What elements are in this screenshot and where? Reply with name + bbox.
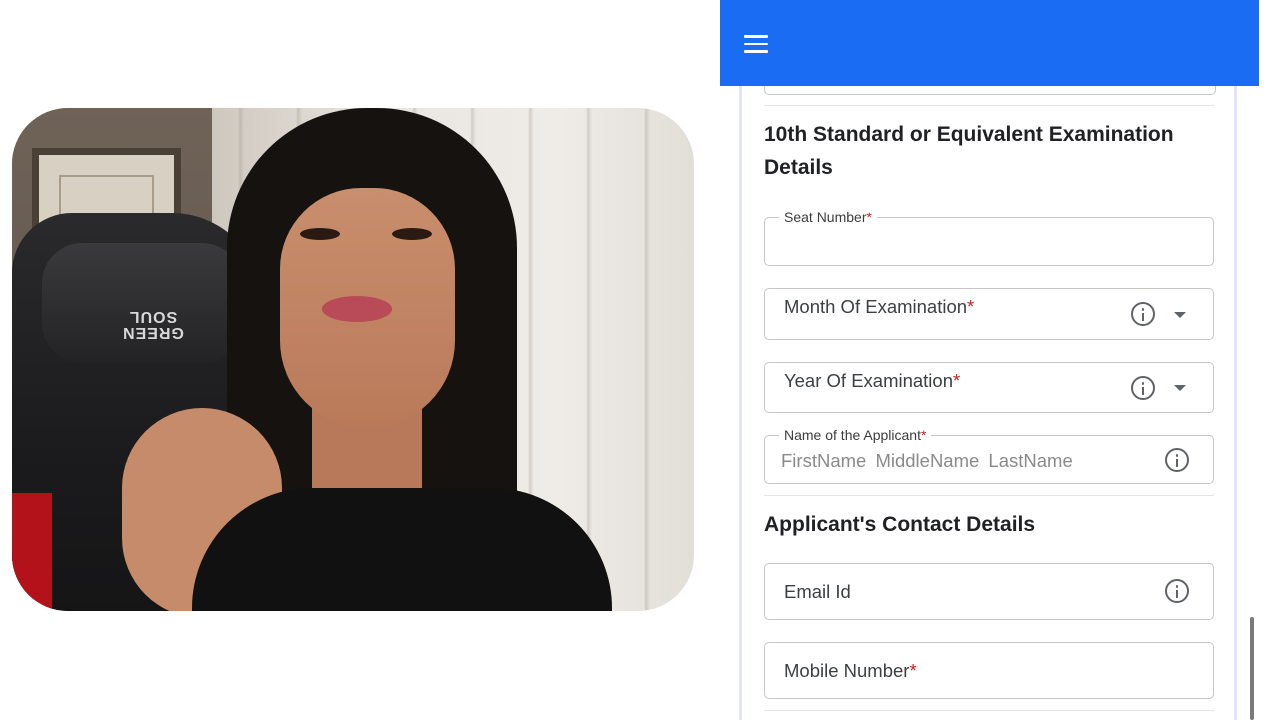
chevron-down-icon[interactable]: [1174, 312, 1186, 318]
info-icon[interactable]: [1131, 376, 1155, 400]
app-bar: [720, 0, 1259, 86]
month-of-examination-label: Month Of Examination*: [784, 296, 975, 317]
section-title-contact-details: Applicant's Contact Details: [764, 513, 1036, 536]
year-of-examination-label: Year Of Examination*: [784, 370, 961, 391]
email-field[interactable]: Email Id: [764, 563, 1214, 620]
hamburger-menu-icon[interactable]: [744, 35, 768, 53]
mobile-number-field[interactable]: Mobile Number*: [764, 642, 1214, 699]
scrollbar[interactable]: [1250, 617, 1254, 720]
divider: [764, 105, 1214, 106]
card-right-edge: [1234, 86, 1237, 720]
applicant-name-field[interactable]: Name of the Applicant* FirstName MiddleN…: [764, 426, 1214, 484]
card-left-edge: [739, 86, 742, 720]
seat-number-label: Seat Number*: [779, 208, 877, 226]
chair-logo: GREEN SOUL: [122, 308, 184, 341]
person-lips: [322, 296, 392, 322]
person-eye-right: [392, 228, 432, 240]
mobile-number-label: Mobile Number*: [784, 660, 917, 681]
email-label: Email Id: [784, 581, 851, 602]
info-icon[interactable]: [1165, 448, 1189, 472]
person-eye-left: [300, 228, 340, 240]
section-title-10th-details: 10th Standard or Equivalent Examination …: [764, 123, 1174, 179]
seat-number-field[interactable]: Seat Number*: [764, 208, 1214, 266]
chair-red-accent: [12, 493, 52, 611]
month-of-examination-select[interactable]: Month Of Examination*: [764, 288, 1214, 340]
person-top: [192, 488, 612, 611]
webcam-video: GREEN SOUL: [12, 108, 694, 611]
info-icon[interactable]: [1131, 302, 1155, 326]
divider: [764, 710, 1214, 711]
divider: [764, 495, 1214, 496]
year-of-examination-select[interactable]: Year Of Examination*: [764, 362, 1214, 413]
info-icon[interactable]: [1165, 579, 1189, 603]
application-form-screen: 10th Standard or Equivalent Examination …: [720, 0, 1259, 720]
applicant-name-label: Name of the Applicant*: [779, 426, 932, 444]
applicant-name-placeholder: FirstName MiddleName LastName: [781, 450, 1073, 471]
chair-pillow: [42, 243, 242, 363]
chevron-down-icon[interactable]: [1174, 385, 1186, 391]
